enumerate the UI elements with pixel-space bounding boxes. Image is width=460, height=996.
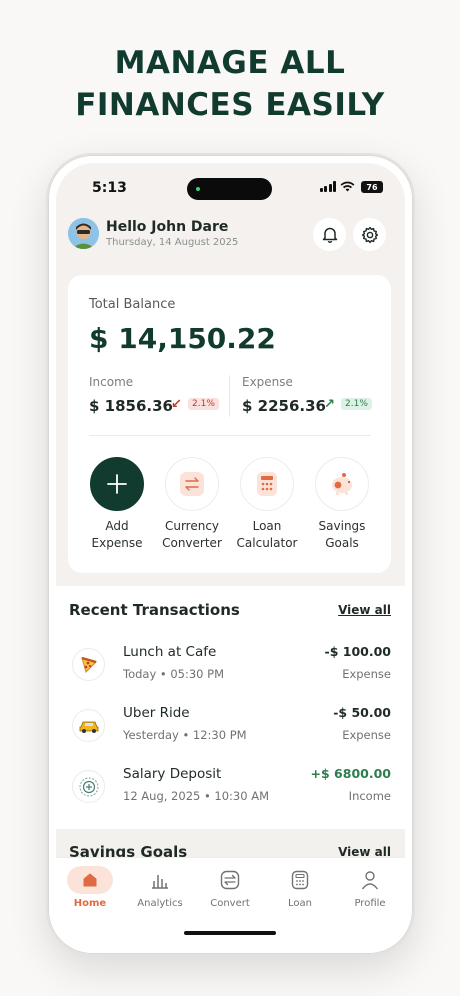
expense-label: Expense bbox=[242, 375, 293, 389]
transaction-amount: +$ 6800.00 bbox=[310, 766, 391, 781]
loan-icon bbox=[270, 866, 330, 894]
income-change-badge: 2.1% bbox=[188, 398, 219, 410]
transaction-meta: 12 Aug, 2025 • 10:30 AM bbox=[123, 789, 270, 803]
expense-amount: $ 2256.36 bbox=[242, 397, 326, 415]
battery-icon: 76 bbox=[361, 181, 383, 193]
dynamic-island bbox=[187, 178, 272, 200]
arrow-up-icon: ↗ bbox=[324, 397, 335, 412]
headline-line-2: FINANCES EASILY bbox=[75, 87, 385, 123]
signal-icon bbox=[319, 181, 336, 192]
recent-transactions-title: Recent Transactions bbox=[69, 601, 240, 619]
loan-calculator-label: Loan Calculator bbox=[236, 519, 298, 550]
savings-goals-button[interactable]: Savings Goals bbox=[304, 457, 380, 552]
app-screen: 5:13 76 Hello John Dare Thursday, 14 Aug… bbox=[56, 163, 405, 946]
nav-convert-label: Convert bbox=[210, 898, 250, 909]
nav-profile[interactable]: Profile bbox=[340, 866, 400, 909]
total-balance-label: Total Balance bbox=[89, 297, 176, 312]
home-indicator[interactable] bbox=[184, 931, 276, 935]
gear-icon bbox=[361, 226, 378, 243]
home-icon bbox=[67, 866, 113, 894]
bell-icon bbox=[322, 227, 337, 243]
pizza-icon bbox=[72, 648, 105, 681]
divider-horizontal bbox=[89, 435, 371, 436]
profile-icon bbox=[340, 866, 400, 894]
nav-analytics[interactable]: Analytics bbox=[130, 866, 190, 909]
transaction-name: Uber Ride bbox=[123, 705, 190, 721]
exchange-icon bbox=[165, 457, 219, 511]
nav-convert[interactable]: Convert bbox=[200, 866, 260, 909]
transaction-meta: Yesterday • 12:30 PM bbox=[123, 728, 247, 742]
add-expense-button[interactable]: Add Expense bbox=[79, 457, 155, 552]
status-icons bbox=[319, 181, 356, 192]
savings-section: Savings Goals View all bbox=[56, 829, 405, 861]
nav-loan[interactable]: Loan bbox=[270, 866, 330, 909]
nav-home[interactable]: Home bbox=[60, 866, 120, 909]
greeting: Hello John Dare bbox=[106, 219, 229, 235]
current-date: Thursday, 14 August 2025 bbox=[106, 237, 239, 248]
nav-loan-label: Loan bbox=[288, 898, 312, 909]
divider-vertical bbox=[229, 375, 230, 417]
add-expense-label: Add Expense bbox=[91, 519, 143, 550]
analytics-icon bbox=[130, 866, 190, 894]
transaction-meta: Today • 05:30 PM bbox=[123, 667, 225, 681]
taxi-icon bbox=[72, 709, 105, 742]
income-amount: $ 1856.36 bbox=[89, 397, 173, 415]
battery-level: 76 bbox=[361, 181, 383, 193]
transaction-type: Expense bbox=[342, 728, 391, 742]
transaction-amount: -$ 50.00 bbox=[333, 705, 391, 720]
nav-analytics-label: Analytics bbox=[137, 898, 183, 909]
transaction-row[interactable]: Uber Ride Yesterday • 12:30 PM -$ 50.00 … bbox=[56, 703, 405, 755]
notification-button[interactable] bbox=[313, 218, 346, 251]
income-label: Income bbox=[89, 375, 134, 389]
total-balance-amount: $ 14,150.22 bbox=[89, 322, 276, 355]
loan-calculator-button[interactable]: Loan Calculator bbox=[229, 457, 305, 552]
piggy-bank-icon bbox=[315, 457, 369, 511]
transaction-type: Expense bbox=[342, 667, 391, 681]
transaction-amount: -$ 100.00 bbox=[324, 644, 391, 659]
balance-card: Total Balance $ 14,150.22 Income $ 1856.… bbox=[68, 275, 391, 573]
nav-profile-label: Profile bbox=[354, 898, 386, 909]
settings-button[interactable] bbox=[353, 218, 386, 251]
status-time: 5:13 bbox=[92, 180, 127, 196]
salary-icon bbox=[72, 770, 105, 803]
currency-converter-button[interactable]: Currency Converter bbox=[154, 457, 230, 552]
transaction-name: Lunch at Cafe bbox=[123, 644, 217, 660]
headline-line-1: MANAGE ALL bbox=[114, 45, 346, 81]
transaction-name: Salary Deposit bbox=[123, 766, 222, 782]
marketing-headline: MANAGE ALL FINANCES EASILY bbox=[0, 42, 460, 126]
transaction-row[interactable]: Salary Deposit 12 Aug, 2025 • 10:30 AM +… bbox=[56, 764, 405, 816]
transaction-type: Income bbox=[348, 789, 391, 803]
arrow-down-icon: ↙ bbox=[171, 397, 182, 412]
camera-dot bbox=[196, 187, 200, 191]
plus-icon bbox=[90, 457, 144, 511]
convert-icon bbox=[200, 866, 260, 894]
currency-converter-label: Currency Converter bbox=[162, 519, 222, 550]
nav-home-label: Home bbox=[73, 898, 107, 909]
expense-change-badge: 2.1% bbox=[341, 398, 372, 410]
transaction-row[interactable]: Lunch at Cafe Today • 05:30 PM -$ 100.00… bbox=[56, 642, 405, 694]
calculator-icon bbox=[240, 457, 294, 511]
savings-goals-label: Savings Goals bbox=[318, 519, 366, 550]
wifi-icon bbox=[340, 181, 355, 192]
user-avatar-icon[interactable] bbox=[68, 218, 99, 249]
recent-view-all-link[interactable]: View all bbox=[338, 603, 391, 617]
